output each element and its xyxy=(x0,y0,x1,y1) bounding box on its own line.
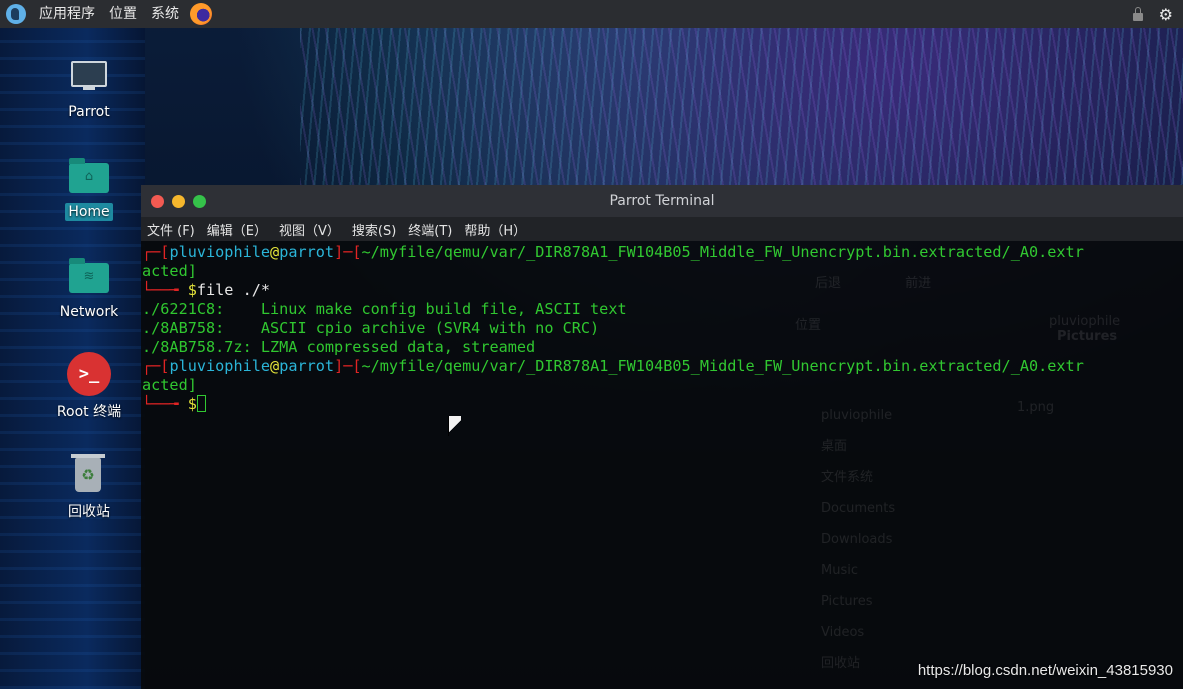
prompt-host: parrot xyxy=(279,357,335,375)
fm-sidebar-item: 回收站 xyxy=(821,656,861,671)
desktop-icon-label: Parrot xyxy=(68,104,110,120)
fm-sidebar-item: Videos xyxy=(821,625,865,640)
menu-places[interactable]: 位置 xyxy=(102,0,144,28)
desktop-icon-label: 回收站 xyxy=(68,504,110,520)
wallpaper-hair xyxy=(300,28,1183,188)
terminal-window[interactable]: 后退 前进 位置 pluviophile Pictures pluviophil… xyxy=(141,185,1183,689)
prompt-path: ~/myfile/qemu/var/_DIR878A1_FW104B05_Mid… xyxy=(361,357,1084,375)
menu-terminal[interactable]: 终端(T) xyxy=(408,220,452,239)
prompt-cmd-prefix: └──╼ xyxy=(142,395,188,413)
text-cursor xyxy=(196,395,206,412)
output-line: ./6221C8: Linux make config build file, … xyxy=(142,300,627,318)
terminal-titlebar[interactable]: Parrot Terminal xyxy=(141,185,1183,217)
fm-sidebar-item: 桌面 xyxy=(821,439,848,454)
menu-view[interactable]: 视图（V） xyxy=(279,220,340,239)
output-line: ./8AB758.7z: LZMA compressed data, strea… xyxy=(142,338,536,356)
prompt-dollar: $ xyxy=(187,395,197,413)
fm-sidebar-item: Music xyxy=(821,563,858,578)
command-text: file ./* xyxy=(196,281,271,299)
desktop-icon-label: Network xyxy=(59,304,119,320)
system-tray: ⚙ xyxy=(1132,5,1183,24)
prompt-separator: ]─[ xyxy=(334,357,362,375)
desktop-icon-label: Root 终端 xyxy=(56,404,122,420)
terminal-menubar: 文件 (F) 编辑（E） 视图（V） 搜索(S) 终端(T) 帮助（H） xyxy=(141,217,1183,241)
fm-sidebar-item: Documents xyxy=(821,501,896,516)
prompt-dollar: $ xyxy=(187,281,197,299)
fm-sidebar-item: Downloads xyxy=(821,532,893,547)
desktop-icon-home[interactable]: ⌂ Home xyxy=(48,155,130,221)
network-folder-icon: ≋ xyxy=(67,255,111,299)
desktop-icon-label: Home xyxy=(65,203,113,221)
menu-file[interactable]: 文件 (F) xyxy=(147,220,195,239)
watermark: https://blog.csdn.net/weixin_43815930 xyxy=(917,662,1173,679)
firefox-icon[interactable] xyxy=(190,3,212,25)
top-panel-menus: 应用程序 位置 系统 xyxy=(0,0,212,28)
prompt-path: ~/myfile/qemu/var/_DIR878A1_FW104B05_Mid… xyxy=(361,243,1084,261)
desktop-icon-root-terminal[interactable]: >_ Root 终端 xyxy=(48,352,130,422)
prompt-user: pluviophile xyxy=(169,243,271,261)
prompt-path-wrap: acted] xyxy=(142,376,197,394)
lock-icon[interactable] xyxy=(1132,6,1143,21)
output-line: ./8AB758: ASCII cpio archive (SVR4 with … xyxy=(142,319,600,337)
settings-icon[interactable]: ⚙ xyxy=(1159,5,1173,24)
menu-applications[interactable]: 应用程序 xyxy=(32,0,102,28)
prompt-separator: ]─[ xyxy=(334,243,362,261)
desktop-icon-trash[interactable]: ♻ 回收站 xyxy=(48,452,130,522)
prompt-user: pluviophile xyxy=(169,357,271,375)
desktop-icon-network[interactable]: ≋ Network xyxy=(48,255,130,321)
menu-system[interactable]: 系统 xyxy=(144,0,186,28)
menu-search[interactable]: 搜索(S) xyxy=(352,220,396,239)
fm-sidebar-item: Pictures xyxy=(821,594,873,609)
trash-icon: ♻ xyxy=(67,452,111,496)
fm-sidebar-item: 文件系统 xyxy=(821,470,874,485)
window-title: Parrot Terminal xyxy=(609,193,715,209)
prompt-path-wrap: acted] xyxy=(142,262,197,280)
prompt-at: @ xyxy=(270,243,280,261)
top-panel: 应用程序 位置 系统 ⚙ xyxy=(0,0,1183,28)
prompt-at: @ xyxy=(270,357,280,375)
prompt-host: parrot xyxy=(279,243,335,261)
monitor-icon xyxy=(67,55,111,99)
mouse-pointer-icon xyxy=(448,416,461,436)
terminal-output[interactable]: ┌─[pluviophile@parrot]─[~/myfile/qemu/va… xyxy=(141,241,1183,414)
home-folder-icon: ⌂ xyxy=(67,155,111,199)
parrot-logo-icon[interactable] xyxy=(6,4,26,24)
root-terminal-icon: >_ xyxy=(67,352,111,396)
prompt-bracket: ┌─[ xyxy=(142,357,170,375)
menu-edit[interactable]: 编辑（E） xyxy=(207,220,267,239)
prompt-cmd-prefix: └──╼ xyxy=(142,281,188,299)
menu-help[interactable]: 帮助（H） xyxy=(464,220,526,239)
desktop-icon-parrot[interactable]: Parrot xyxy=(48,55,130,121)
prompt-bracket: ┌─[ xyxy=(142,243,170,261)
